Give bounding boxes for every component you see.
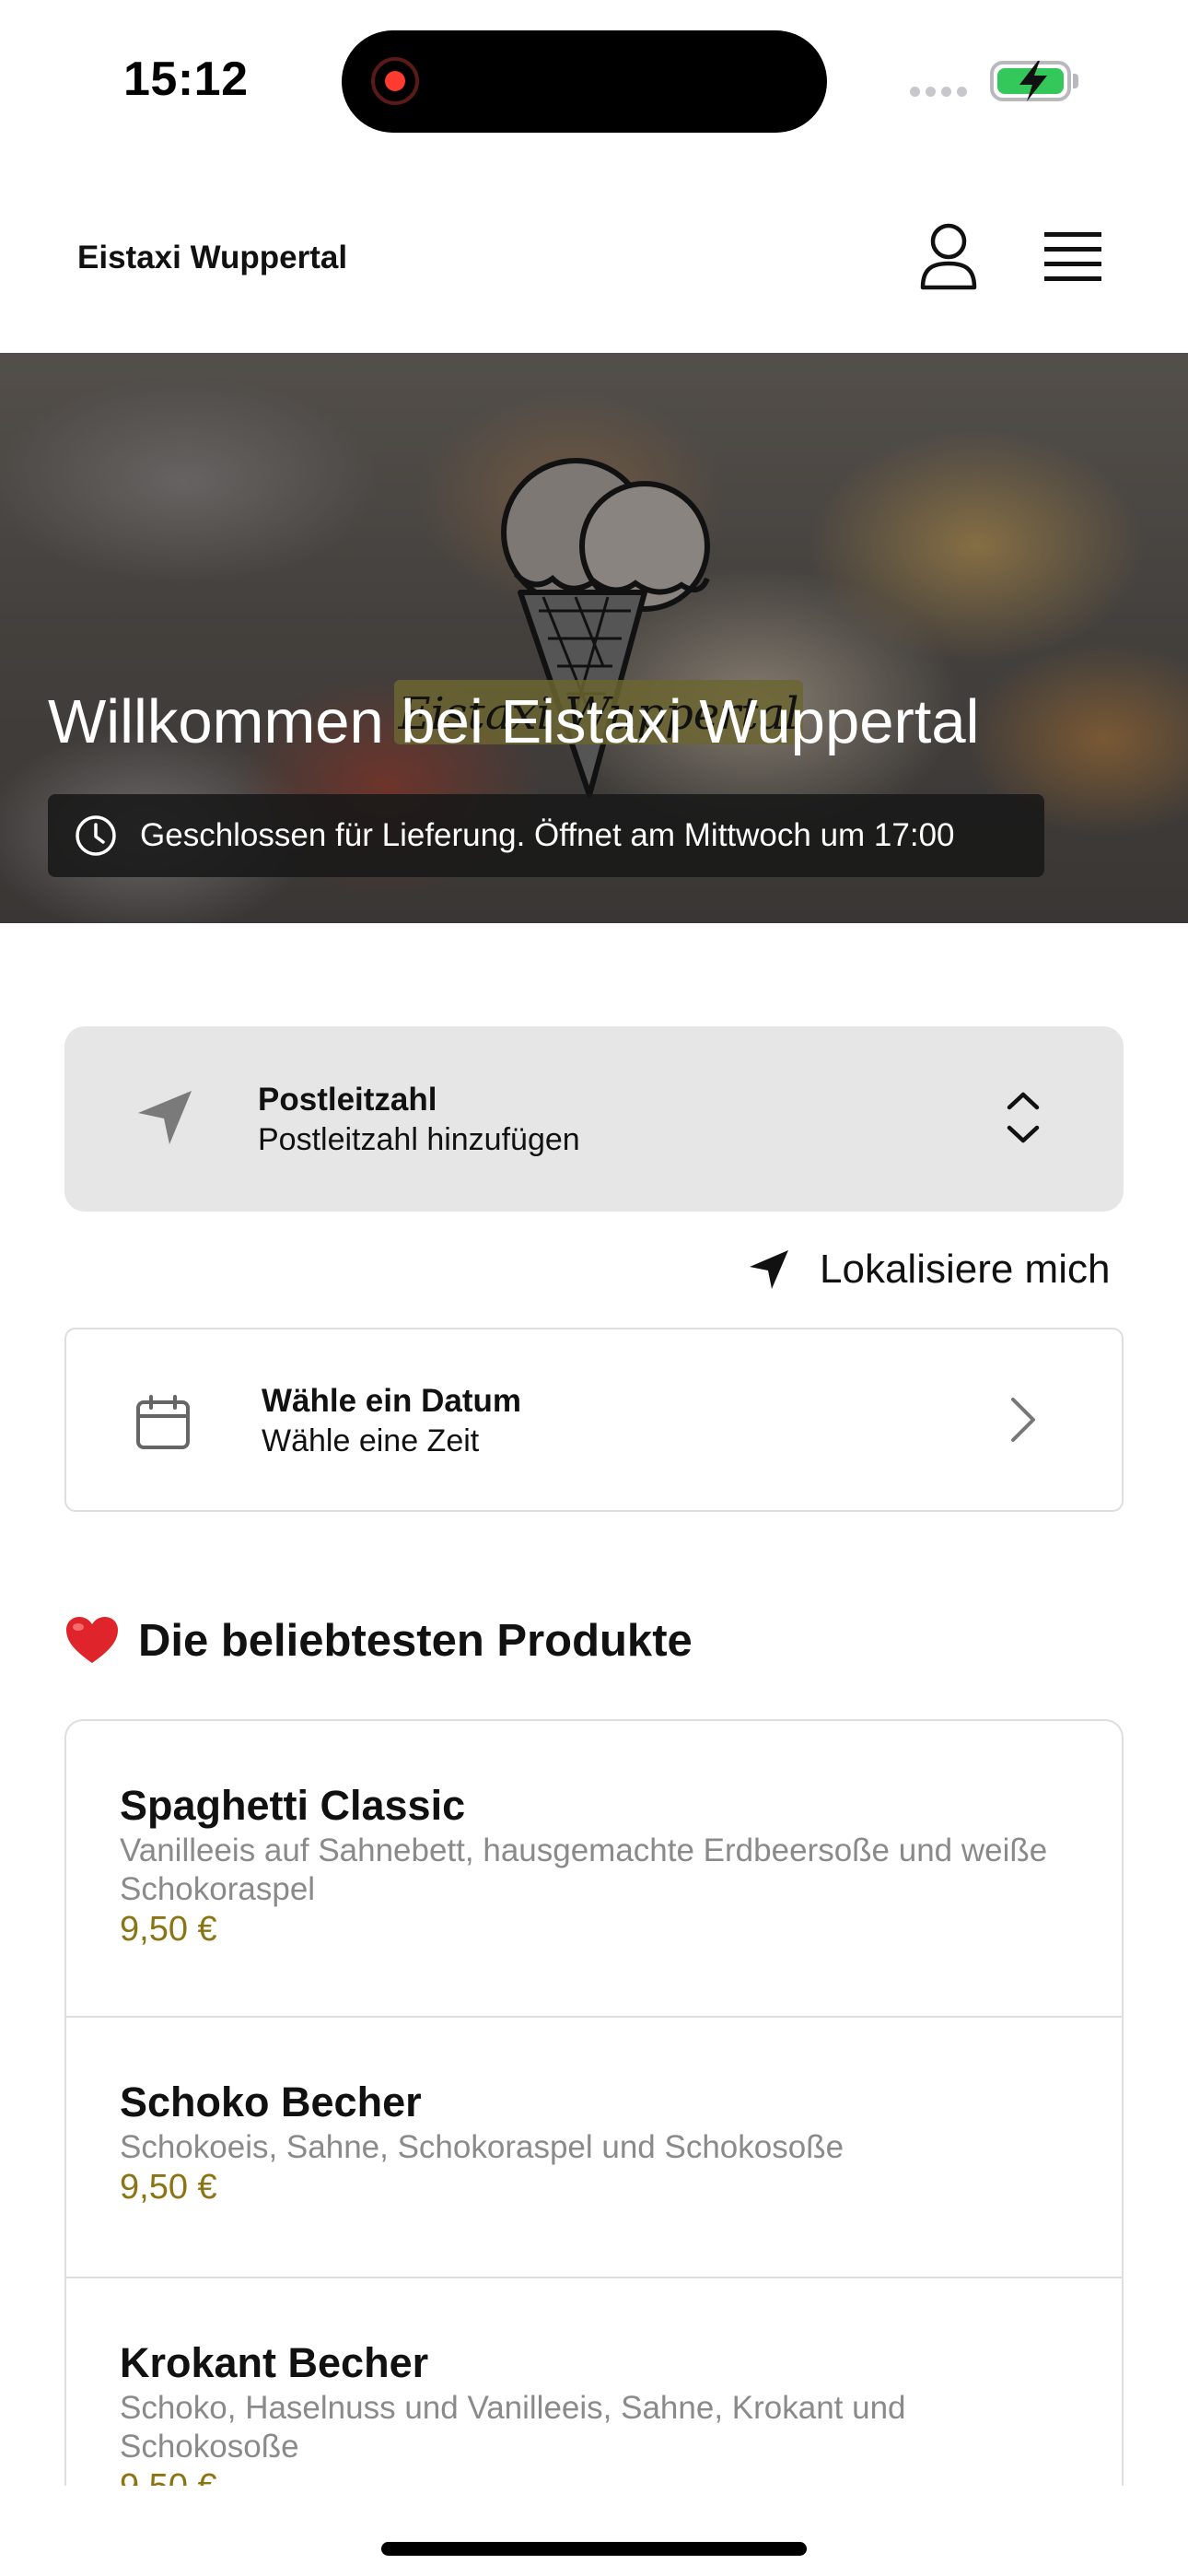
- battery-cap: [1073, 74, 1078, 88]
- status-bar: 15:12: [0, 0, 1188, 157]
- localize-me-label: Lokalisiere mich: [820, 1247, 1111, 1292]
- product-name: Spaghetti Classic: [120, 1782, 466, 1829]
- date-time-picker[interactable]: Wähle ein Datum Wähle eine Zeit: [64, 1328, 1124, 1512]
- postcode-placeholder: Postleitzahl hinzufügen: [258, 1122, 580, 1157]
- chevron-right-icon: [1011, 1398, 1035, 1442]
- product-description: Schokoeis, Sahne, Schokoraspel und Schok…: [120, 2129, 844, 2165]
- recording-indicator-icon: [371, 57, 419, 105]
- product-price: 9,50 €: [120, 2168, 217, 2207]
- product-name: Krokant Becher: [120, 2339, 429, 2386]
- calendar-icon: [136, 1395, 190, 1449]
- home-indicator[interactable]: [381, 2542, 807, 2556]
- chevron-up-down-icon: [1007, 1092, 1040, 1143]
- product-price: 9,50 €: [120, 2467, 217, 2486]
- delivery-status-text: Geschlossen für Lieferung. Öffnet am Mit…: [140, 817, 955, 853]
- time-subtitle: Wähle eine Zeit: [262, 1423, 480, 1458]
- status-time: 15:12: [123, 53, 249, 106]
- delivery-status-banner: Geschlossen für Lieferung. Öffnet am Mit…: [48, 794, 1044, 877]
- product-name: Schoko Becher: [120, 2078, 422, 2125]
- product-list: Spaghetti Classic Vanilleeis auf Sahnebe…: [64, 1719, 1124, 2486]
- ice-cream-logo: Eistaxi Wuppertal: [394, 458, 803, 798]
- dynamic-island: [342, 30, 827, 133]
- product-card[interactable]: Krokant Becher Schoko, Haselnuss und Van…: [66, 2278, 1122, 2486]
- user-icon[interactable]: [917, 221, 980, 291]
- signal-icon: [910, 87, 967, 97]
- localize-me-button[interactable]: Lokalisiere mich: [746, 1240, 1110, 1299]
- navigation-arrow-icon: [750, 1250, 788, 1289]
- app-header: Eistaxi Wuppertal: [0, 157, 1188, 353]
- product-price: 9,50 €: [120, 1910, 217, 1949]
- popular-products-heading: Die beliebtesten Produkte: [64, 1609, 693, 1673]
- location-arrow-icon: [138, 1091, 192, 1144]
- heart-icon: [66, 1617, 118, 1663]
- date-title: Wähle ein Datum: [262, 1383, 521, 1419]
- hero-title: Willkommen bei Eistaxi Wuppertal: [48, 687, 980, 756]
- product-description: Schoko, Haselnuss und Vanilleeis, Sahne,…: [120, 2390, 906, 2465]
- menu-icon[interactable]: [1042, 228, 1103, 284]
- product-card[interactable]: Spaghetti Classic Vanilleeis auf Sahnebe…: [66, 1721, 1122, 2018]
- battery-icon: [990, 61, 1071, 101]
- brand-name[interactable]: Eistaxi Wuppertal: [77, 240, 347, 276]
- product-description: Vanilleeis auf Sahnebett, hausgemachte E…: [120, 1832, 1048, 1907]
- section-title: Die beliebtesten Produkte: [138, 1616, 693, 1666]
- postcode-selector[interactable]: Postleitzahl Postleitzahl hinzufügen: [64, 1026, 1124, 1212]
- hero-banner: Eistaxi Wuppertal Willkommen bei Eistaxi…: [0, 353, 1188, 923]
- postcode-title: Postleitzahl: [258, 1082, 437, 1118]
- product-card[interactable]: Schoko Becher Schokoeis, Sahne, Schokora…: [66, 2018, 1122, 2278]
- clock-icon: [76, 815, 116, 856]
